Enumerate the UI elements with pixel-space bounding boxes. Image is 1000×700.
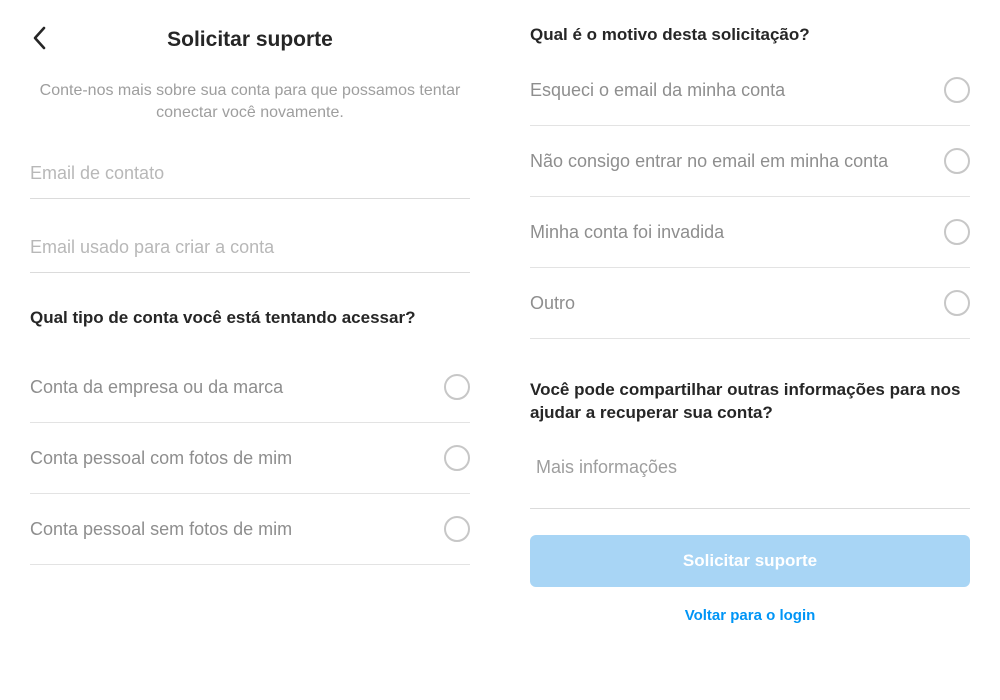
radio-label: Não consigo entrar no email em minha con… bbox=[530, 149, 902, 173]
radio-label: Conta pessoal com fotos de mim bbox=[30, 446, 306, 470]
reason-heading: Qual é o motivo desta solicitação? bbox=[530, 24, 970, 47]
radio-circle-icon bbox=[444, 516, 470, 542]
radio-label: Conta pessoal sem fotos de mim bbox=[30, 517, 306, 541]
reason-option-cant-login-email[interactable]: Não consigo entrar no email em minha con… bbox=[530, 126, 970, 197]
back-icon[interactable] bbox=[30, 24, 50, 57]
radio-circle-icon bbox=[944, 290, 970, 316]
account-type-option-personal-photos[interactable]: Conta pessoal com fotos de mim bbox=[30, 423, 470, 494]
radio-circle-icon bbox=[444, 374, 470, 400]
more-info-textarea[interactable] bbox=[530, 447, 970, 509]
account-type-option-personal-nophotos[interactable]: Conta pessoal sem fotos de mim bbox=[30, 494, 470, 565]
signup-email-input[interactable] bbox=[30, 223, 470, 273]
more-info-heading: Você pode compartilhar outras informaçõe… bbox=[530, 379, 970, 425]
radio-circle-icon bbox=[444, 445, 470, 471]
reason-option-hacked[interactable]: Minha conta foi invadida bbox=[530, 197, 970, 268]
account-type-option-business[interactable]: Conta da empresa ou da marca bbox=[30, 352, 470, 423]
page-subtitle: Conte-nos mais sobre sua conta para que … bbox=[30, 80, 470, 125]
radio-label: Conta da empresa ou da marca bbox=[30, 375, 297, 399]
reason-option-other[interactable]: Outro bbox=[530, 268, 970, 339]
radio-label: Outro bbox=[530, 291, 589, 315]
radio-label: Esqueci o email da minha conta bbox=[530, 78, 799, 102]
radio-label: Minha conta foi invadida bbox=[530, 220, 738, 244]
reason-option-forgot-email[interactable]: Esqueci o email da minha conta bbox=[530, 55, 970, 126]
page-header: Solicitar suporte bbox=[30, 20, 470, 60]
contact-email-input[interactable] bbox=[30, 149, 470, 199]
radio-circle-icon bbox=[944, 148, 970, 174]
account-type-heading: Qual tipo de conta você está tentando ac… bbox=[30, 307, 470, 330]
radio-circle-icon bbox=[944, 77, 970, 103]
page-title: Solicitar suporte bbox=[167, 28, 333, 52]
submit-button[interactable]: Solicitar suporte bbox=[530, 535, 970, 587]
back-to-login-link[interactable]: Voltar para o login bbox=[530, 607, 970, 624]
radio-circle-icon bbox=[944, 219, 970, 245]
